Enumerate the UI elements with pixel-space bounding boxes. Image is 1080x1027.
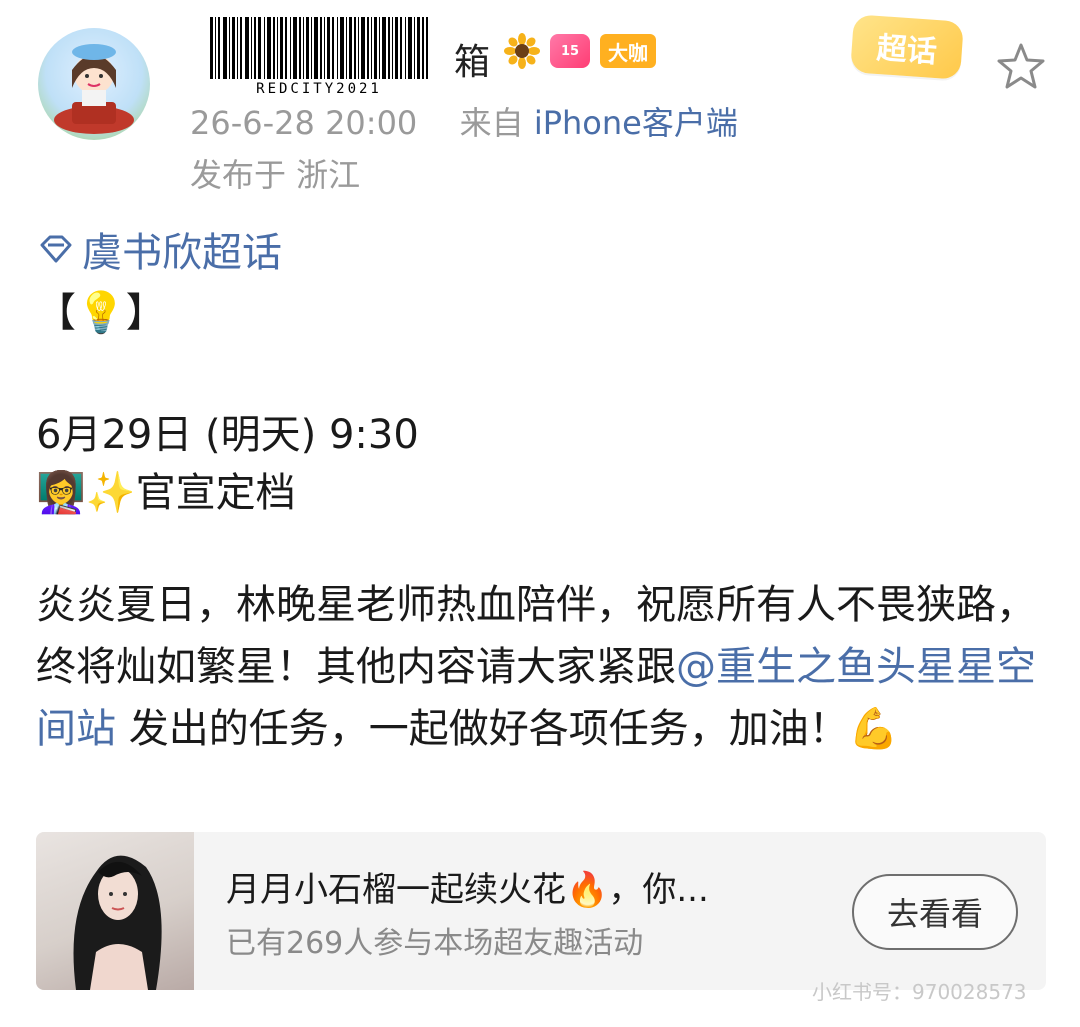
from-label: 来自	[459, 104, 524, 142]
chaohua-badge-icon[interactable]: 超话	[850, 14, 964, 80]
bracket-line: 【💡】	[36, 290, 166, 336]
post-paragraph: 炎炎夏日，林晚星老师热血陪伴，祝愿所有人不畏狭路，终将灿如繁星！其他内容请大家紧…	[36, 574, 1056, 760]
watermark: 小红书号：970028573	[812, 980, 1027, 1004]
avatar-illustration	[54, 44, 134, 134]
announce-line: 👩‍🏫✨官宣定档	[36, 470, 296, 516]
card-subtitle: 已有269人参与本场超友趣活动	[226, 926, 644, 961]
go-see-button[interactable]: 去看看	[852, 874, 1018, 950]
post-meta: 26-6-28 20:00 来自 iPhone客户端	[190, 98, 738, 144]
card-title: 月月小石榴一起续火花🔥，你...	[226, 870, 709, 910]
user-badges: 15 大咖	[504, 33, 656, 69]
barcode-watermark: REDCITY2021	[210, 17, 428, 97]
thumbnail-illustration	[73, 855, 162, 990]
vip-level: 15	[560, 43, 580, 59]
username-row: 箱 REDCITY2021 15 大咖	[190, 16, 656, 97]
chaohua-badge-label: 超话	[875, 30, 938, 71]
barcode-label: REDCITY2021	[256, 81, 382, 97]
avatar[interactable]	[38, 28, 150, 140]
date-line: 6月29日 (明天) 9:30	[36, 412, 419, 458]
sunflower-icon	[504, 33, 540, 69]
star-icon[interactable]	[994, 40, 1048, 94]
post-datetime: 26-6-28 20:00	[190, 104, 418, 142]
username[interactable]: 箱 REDCITY2021	[190, 17, 490, 97]
barcode-bars	[210, 17, 428, 79]
vip-gem-icon[interactable]: 15	[550, 34, 590, 68]
topic-link[interactable]: 虞书欣超话	[36, 220, 282, 278]
post-location: 发布于 浙江	[190, 156, 361, 194]
daka-badge[interactable]: 大咖	[600, 34, 656, 68]
paragraph-text-2: 发出的任务，一起做好各项任务，加油！💪	[116, 706, 899, 752]
username-text: 箱	[453, 42, 490, 83]
topic-diamond-icon	[40, 235, 72, 263]
card-thumbnail	[36, 832, 194, 990]
topic-label: 虞书欣超话	[82, 230, 282, 276]
weibo-post: 箱 REDCITY2021 15 大咖 26-6-28 20:00 来自 iPh…	[0, 0, 1080, 1027]
post-source[interactable]: iPhone客户端	[534, 104, 738, 142]
activity-card[interactable]: 月月小石榴一起续火花🔥，你... 已有269人参与本场超友趣活动 去看看	[36, 832, 1046, 990]
